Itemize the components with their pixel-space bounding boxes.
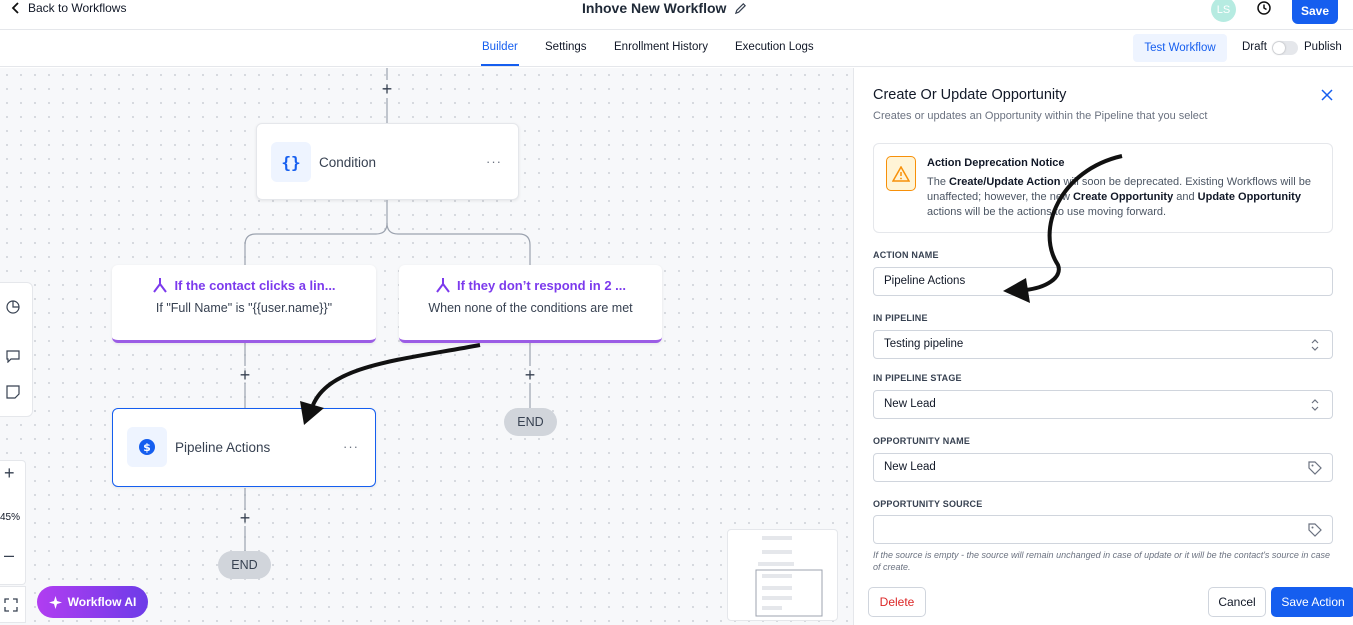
pipeline-value: Testing pipeline [884, 338, 964, 350]
opportunity-name-label: OPPORTUNITY NAME [873, 436, 971, 446]
pencil-icon[interactable] [734, 2, 747, 15]
opportunity-name-value: New Lead [884, 461, 936, 473]
delete-button[interactable]: Delete [868, 587, 926, 617]
branch-title: If the contact clicks a lin... [112, 276, 376, 294]
end-node: END [504, 408, 557, 436]
top-bar: Back to Workflows Inhove New Workflow LS… [0, 0, 1353, 30]
workflow-ai-button[interactable]: Workflow AI [37, 586, 148, 618]
branch-subtitle: When none of the conditions are met [428, 301, 633, 315]
publish-toggle[interactable] [1272, 41, 1298, 55]
add-step-button[interactable]: + [380, 80, 394, 98]
sparkle-icon [48, 595, 62, 609]
dollar-icon: $ [139, 439, 155, 455]
workflow-title-text: Inhove New Workflow [582, 0, 727, 16]
tab-execution-logs[interactable]: Execution Logs [735, 41, 814, 53]
pipeline-label: IN PIPELINE [873, 313, 928, 323]
tag-icon[interactable] [1308, 461, 1322, 475]
tab-settings[interactable]: Settings [545, 41, 587, 53]
warning-icon-box [886, 156, 916, 191]
action-settings-panel: Create Or Update Opportunity Creates or … [853, 68, 1353, 625]
chart-pie-icon[interactable] [6, 300, 20, 314]
notice-body: The Create/Update Action will soon be de… [927, 176, 1311, 218]
branch-card[interactable]: If they don’t respond in 2 ... When none… [399, 265, 662, 343]
workflow-ai-label: Workflow AI [67, 595, 137, 609]
warning-icon [892, 165, 910, 182]
notice-title: Action Deprecation Notice [927, 157, 1065, 169]
draft-label: Draft [1242, 41, 1267, 53]
zoom-out-button[interactable]: – [4, 545, 14, 566]
opportunity-source-input[interactable] [873, 515, 1333, 544]
deprecation-notice: Action Deprecation Notice The Create/Upd… [873, 143, 1333, 233]
chevron-up-down-icon [1311, 339, 1319, 351]
workflow-canvas[interactable]: + {} Condition ··· If the contact clicks… [0, 68, 853, 625]
opportunity-source-label: OPPORTUNITY SOURCE [873, 499, 983, 509]
minimap[interactable] [727, 529, 838, 621]
branch-split-icon [436, 278, 450, 293]
pipeline-select[interactable]: Testing pipeline [873, 330, 1333, 359]
svg-text:$: $ [143, 441, 151, 454]
fit-view-button[interactable] [0, 586, 26, 623]
pipeline-node-label: Pipeline Actions [175, 440, 271, 455]
end-node: END [218, 551, 271, 579]
tag-icon[interactable] [1308, 523, 1322, 537]
tab-builder[interactable]: Builder [482, 41, 518, 53]
branch-card[interactable]: If the contact clicks a lin... If "Full … [112, 265, 376, 343]
canvas-side-toolbar [0, 282, 33, 417]
branch-split-icon [153, 278, 168, 293]
history-icon[interactable] [1256, 0, 1272, 16]
action-name-label: ACTION NAME [873, 250, 939, 260]
tabs-row: Builder Settings Enrollment History Exec… [0, 30, 1353, 67]
pipeline-actions-node[interactable]: $ Pipeline Actions ··· [112, 408, 376, 487]
pipeline-icon-box: $ [127, 427, 167, 467]
panel-subtitle: Creates or updates an Opportunity within… [873, 110, 1208, 122]
minimap-preview [755, 536, 823, 617]
opportunity-name-input[interactable]: New Lead [873, 453, 1333, 482]
condition-icon-box: {} [271, 142, 311, 182]
condition-node-label: Condition [319, 155, 377, 170]
comment-icon[interactable] [6, 349, 20, 364]
cancel-button[interactable]: Cancel [1208, 587, 1266, 617]
zoom-level: 45% [0, 512, 21, 523]
chevron-up-down-icon [1311, 399, 1319, 411]
tab-enrollment-history[interactable]: Enrollment History [614, 41, 708, 53]
branch-title: If they don’t respond in 2 ... [399, 276, 662, 294]
workflow-title[interactable]: Inhove New Workflow [582, 0, 747, 16]
panel-title: Create Or Update Opportunity [873, 87, 1067, 103]
pipeline-stage-select[interactable]: New Lead [873, 390, 1333, 419]
close-icon[interactable] [1320, 88, 1334, 102]
zoom-controls: + 45% – [0, 460, 26, 585]
curly-braces-icon: {} [281, 152, 301, 172]
branch-title-text: If they don’t respond in 2 ... [456, 277, 626, 293]
pipeline-node-menu[interactable]: ··· [343, 439, 359, 454]
back-to-workflows-link[interactable]: Back to Workflows [10, 1, 126, 15]
back-label: Back to Workflows [28, 1, 127, 15]
condition-node[interactable]: {} Condition ··· [256, 123, 519, 200]
action-name-input[interactable]: Pipeline Actions [873, 267, 1333, 296]
branch-title-text: If the contact clicks a lin... [174, 277, 336, 293]
avatar[interactable]: LS [1211, 0, 1236, 22]
save-button[interactable]: Save [1292, 0, 1338, 24]
add-step-button[interactable]: + [238, 366, 252, 384]
zoom-in-button[interactable]: + [4, 463, 15, 484]
action-name-value: Pipeline Actions [884, 275, 966, 287]
test-workflow-button[interactable]: Test Workflow [1133, 34, 1227, 62]
chevron-left-icon [11, 2, 19, 14]
active-tab-indicator [481, 64, 519, 66]
save-action-button[interactable]: Save Action [1271, 587, 1353, 617]
pipeline-stage-label: IN PIPELINE STAGE [873, 373, 962, 383]
source-hint: If the source is empty - the source will… [873, 550, 1330, 572]
branch-subtitle: If "Full Name" is "{{user.name}}" [155, 301, 333, 315]
condition-node-menu[interactable]: ··· [486, 154, 502, 169]
add-step-button[interactable]: + [523, 366, 537, 384]
expand-icon [4, 598, 18, 612]
add-step-button[interactable]: + [238, 509, 252, 527]
pipeline-stage-value: New Lead [884, 398, 936, 410]
publish-label: Publish [1304, 41, 1342, 53]
sticky-note-icon[interactable] [6, 385, 20, 399]
